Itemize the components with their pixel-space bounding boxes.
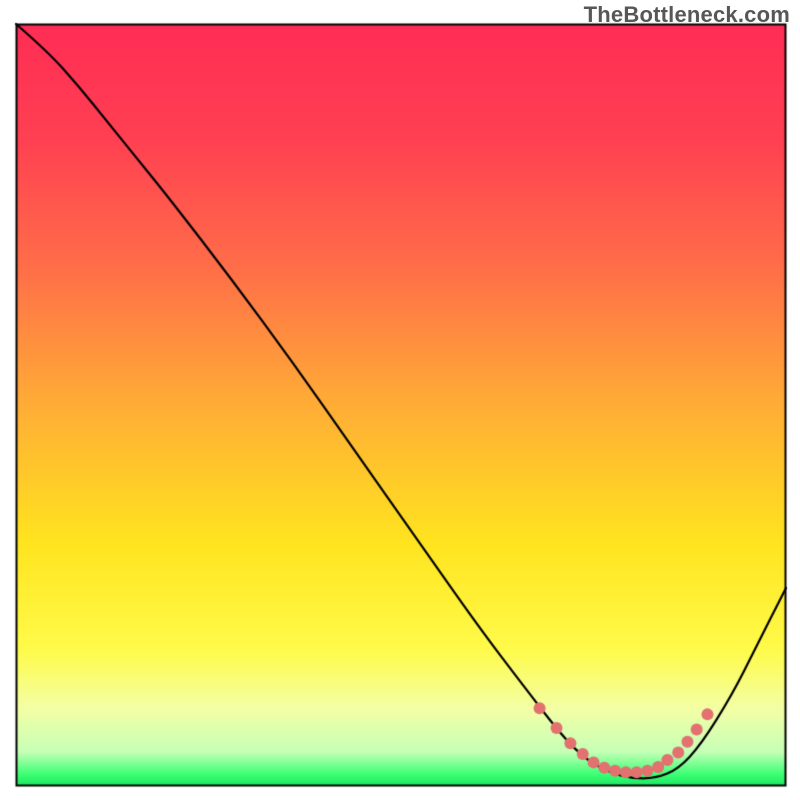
watermark-text: TheBottleneck.com — [584, 2, 790, 28]
bottleneck-chart — [0, 0, 800, 800]
